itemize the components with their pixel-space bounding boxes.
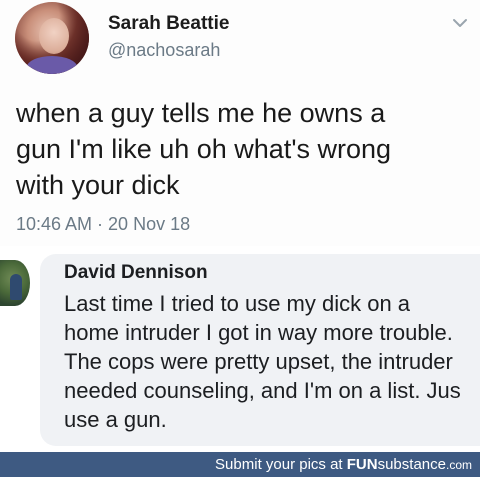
reply-avatar[interactable] — [0, 260, 30, 306]
avatar-figure — [10, 274, 22, 300]
reply-text-line: The cops were pretty upset, the intruder — [64, 349, 453, 374]
watermark-brand-tld: .com — [445, 458, 472, 472]
watermark-prefix: Submit your pics at — [215, 456, 347, 473]
reply-comment: David Dennison Last time I tried to use … — [0, 246, 480, 452]
chevron-down-icon[interactable] — [449, 12, 471, 34]
watermark-brand-bold: FUN — [346, 456, 378, 473]
reply-author-name[interactable]: David Dennison — [64, 262, 208, 284]
avatar-face — [39, 18, 69, 54]
reply-text-line: Last time I tried to use my dick on a — [64, 291, 411, 316]
reply-text-line: home intruder I got in way more trouble. — [64, 320, 453, 345]
avatar-shirt — [27, 56, 77, 74]
author-name[interactable]: Sarah Beattie — [108, 13, 229, 35]
author-handle[interactable]: @nachosarah — [108, 40, 220, 61]
watermark-brand-rest: substance — [377, 456, 446, 473]
reply-text-line: use a gun. — [64, 407, 167, 432]
reply-text-line: needed counseling, and I'm on a list. Ju… — [64, 378, 461, 403]
tweet-timestamp[interactable]: 10:46 AM · 20 Nov 18 — [16, 214, 190, 235]
tweet-text-line: with your dick — [16, 170, 180, 200]
tweet-text-line: when a guy tells me he owns a — [16, 98, 386, 128]
reply-text: Last time I tried to use my dick on a ho… — [64, 289, 480, 434]
tweet-text-line: gun I'm like uh oh what's wrong — [16, 134, 392, 164]
watermark-footer: Submit your pics at FUNsubstance.com — [0, 452, 480, 477]
watermark-text[interactable]: Submit your pics at FUNsubstance.com — [215, 456, 472, 473]
tweet-text: when a guy tells me he owns a gun I'm li… — [16, 95, 466, 203]
author-avatar[interactable] — [15, 2, 89, 74]
tweet-card: Sarah Beattie @nachosarah when a guy tel… — [0, 0, 480, 246]
